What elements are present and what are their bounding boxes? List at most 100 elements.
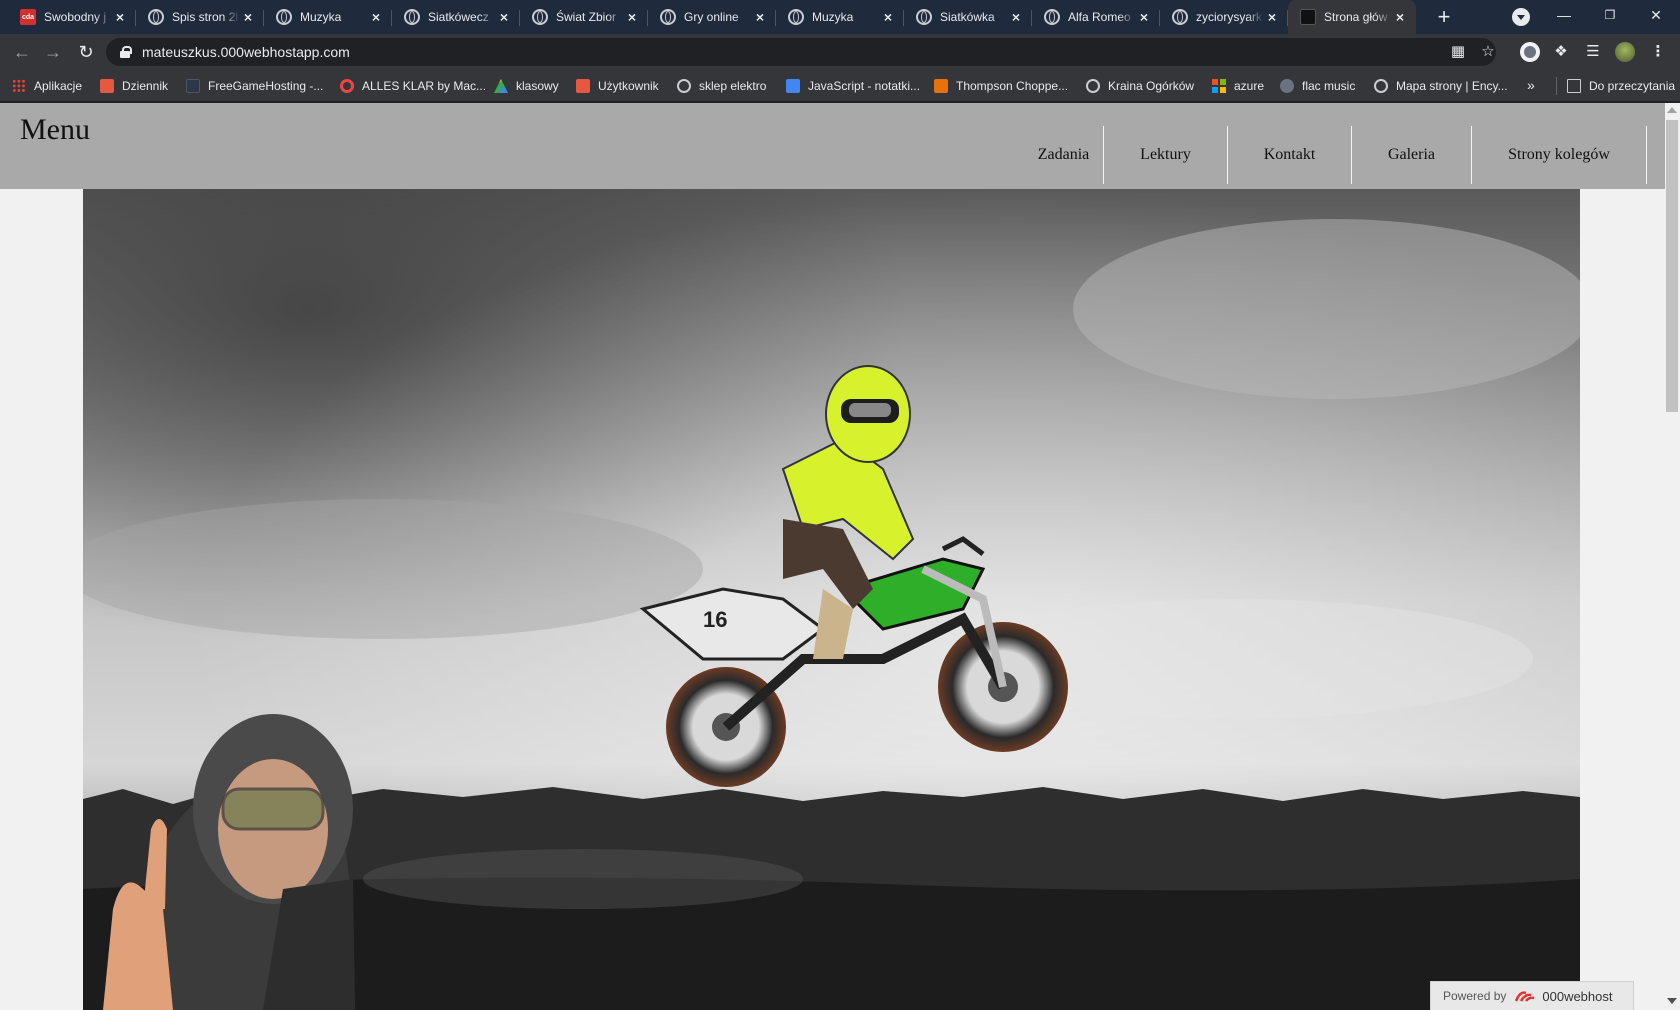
tab-title: zyciorysyark <box>1196 10 1263 24</box>
bookmark-item[interactable]: Użytkownik <box>576 77 659 95</box>
bookmark-item[interactable]: JavaScript - notatki... <box>786 77 920 95</box>
nav-link-galeria[interactable]: Galeria <box>1352 126 1472 184</box>
bookmark-label: flac music <box>1302 79 1356 93</box>
bookmark-item[interactable]: azure <box>1212 77 1264 95</box>
bookmark-item[interactable]: ALLES KLAR by Mac... <box>340 77 486 95</box>
bookmark-label: sklep elektro <box>699 79 767 93</box>
globe-icon <box>1172 9 1188 25</box>
browser-tab[interactable]: cda Swobodny j × <box>8 0 136 34</box>
url-text[interactable]: mateuszkus.000webhostapp.com <box>142 44 350 60</box>
bookmark-label: Aplikacje <box>34 79 83 93</box>
bookmark-item[interactable]: Dziennik <box>100 77 168 95</box>
tab-title: Muzyka <box>812 10 854 24</box>
tab-close-icon[interactable]: × <box>496 9 512 25</box>
tab-title: Strona głów <box>1324 10 1388 24</box>
user-site-icon <box>576 79 590 93</box>
more-menu-icon[interactable]: ⋮ <box>1648 42 1668 62</box>
bookmark-item[interactable]: FreeGameHosting -... <box>186 77 323 95</box>
bookmark-item[interactable]: Mapa strony | Ency... <box>1374 77 1508 95</box>
nav-link-lektury[interactable]: Lektury <box>1104 126 1228 184</box>
browser-tab[interactable]: Muzyka × <box>776 0 904 34</box>
tab-close-icon[interactable]: × <box>112 9 128 25</box>
window-close-button[interactable]: ✕ <box>1633 0 1679 30</box>
tab-search-icon[interactable] <box>1512 8 1530 26</box>
lock-icon[interactable] <box>120 46 132 58</box>
tab-title: Swobodny j <box>44 10 107 24</box>
bookmark-item[interactable]: Thompson Choppe... <box>934 77 1068 95</box>
media-control-icon[interactable]: ☰ <box>1583 42 1603 62</box>
tab-close-icon[interactable]: × <box>368 9 384 25</box>
browser-tab[interactable]: Strona głów × <box>1288 0 1416 34</box>
back-button[interactable]: ← <box>10 40 34 64</box>
webhost-logo-icon <box>1514 989 1536 1003</box>
browser-tab[interactable]: zyciorysyark × <box>1160 0 1288 34</box>
bookmarks-overflow-button[interactable]: » <box>1527 76 1535 94</box>
tab-close-icon[interactable]: × <box>880 9 896 25</box>
drive-icon <box>494 79 508 93</box>
site-header: Menu Zadania Lektury Kontakt Galeria Str… <box>0 103 1665 189</box>
reload-button[interactable]: ↻ <box>74 40 98 64</box>
bookmark-item[interactable]: klasowy <box>494 77 559 95</box>
tab-close-icon[interactable]: × <box>240 9 256 25</box>
bookmark-item[interactable]: Aplikacje <box>12 77 82 95</box>
bookmark-star-icon[interactable]: ☆ <box>1480 44 1496 60</box>
extension-icon[interactable] <box>1520 42 1540 62</box>
bookmark-item[interactable]: flac music <box>1280 77 1355 95</box>
browser-tab[interactable]: Świat Zbior × <box>520 0 648 34</box>
tab-close-icon[interactable]: × <box>1008 9 1024 25</box>
globe-icon <box>1374 79 1388 93</box>
browser-tab[interactable]: Siatkówecz × <box>392 0 520 34</box>
tab-close-icon[interactable]: × <box>624 9 640 25</box>
bookmarks-bar: Aplikacje Dziennik FreeGameHosting -... ALL… <box>0 70 1680 102</box>
address-bar[interactable]: mateuszkus.000webhostapp.com ▦ ☆ <box>106 38 1496 66</box>
qr-code-icon[interactable]: ▦ <box>1450 44 1466 60</box>
bookmark-label: Użytkownik <box>598 79 659 93</box>
webhost-brand-name: 000webhost <box>1542 988 1613 1004</box>
tab-title: Siatkówka <box>940 10 995 24</box>
nav-link-zadania[interactable]: Zadania <box>1024 126 1104 184</box>
browser-tab[interactable]: Gry online × <box>648 0 776 34</box>
extensions-puzzle-icon[interactable]: ❖ <box>1551 42 1571 62</box>
tab-close-icon[interactable]: × <box>1264 9 1280 25</box>
restore-button[interactable]: ❐ <box>1587 0 1633 30</box>
docs-icon <box>786 79 800 93</box>
globe-icon <box>916 9 932 25</box>
browser-tab[interactable]: Spis stron 2l × <box>136 0 264 34</box>
freegamehosting-icon <box>186 79 200 93</box>
forward-button[interactable]: → <box>41 40 65 64</box>
powered-by-badge[interactable]: Powered by 000webhost <box>1430 981 1634 1010</box>
reading-list-icon <box>1567 79 1581 93</box>
browser-tab[interactable]: Muzyka × <box>264 0 392 34</box>
tab-strip: cda Swobodny j × Spis stron 2l × Muzyka × Siatk… <box>0 0 1680 34</box>
microsoft-icon <box>1212 79 1226 93</box>
bookmark-item[interactable]: Kraina Ogórków <box>1086 77 1194 95</box>
flac-icon <box>1280 79 1294 93</box>
scroll-up-arrow-icon[interactable] <box>1667 107 1677 113</box>
globe-icon <box>1044 9 1060 25</box>
browser-tab[interactable]: Siatkówka × <box>904 0 1032 34</box>
new-tab-button[interactable]: + <box>1432 5 1456 29</box>
tab-title: Świat Zbior <box>556 10 617 24</box>
bookmark-item[interactable]: sklep elektro <box>677 77 766 95</box>
browser-tab[interactable]: Alfa Romeo × <box>1032 0 1160 34</box>
tab-close-icon[interactable]: × <box>1136 9 1152 25</box>
target-icon <box>340 79 354 93</box>
nav-link-kontakt[interactable]: Kontakt <box>1228 126 1352 184</box>
tab-close-icon[interactable]: × <box>752 9 768 25</box>
minimize-button[interactable]: — <box>1541 0 1587 30</box>
scroll-down-arrow-icon[interactable] <box>1667 998 1677 1004</box>
globe-icon <box>660 9 676 25</box>
tab-title: Siatkówecz <box>428 10 489 24</box>
page-viewport: Menu Zadania Lektury Kontakt Galeria Str… <box>0 103 1665 1010</box>
scrollbar-thumb[interactable] <box>1666 120 1678 412</box>
bookmark-label: FreeGameHosting -... <box>208 79 324 93</box>
hero-image: 16 <box>83 189 1580 1010</box>
bookmark-label: ALLES KLAR by Mac... <box>362 79 487 93</box>
profile-avatar[interactable] <box>1615 42 1635 62</box>
tab-close-icon[interactable]: × <box>1392 9 1408 25</box>
tab-title: Alfa Romeo <box>1068 10 1131 24</box>
globe-icon <box>1086 79 1100 93</box>
reading-list-button[interactable]: Do przeczytania <box>1556 77 1675 95</box>
nav-link-strony-kolegow[interactable]: Strony kolegów <box>1472 126 1647 184</box>
reading-list-label: Do przeczytania <box>1589 79 1676 93</box>
